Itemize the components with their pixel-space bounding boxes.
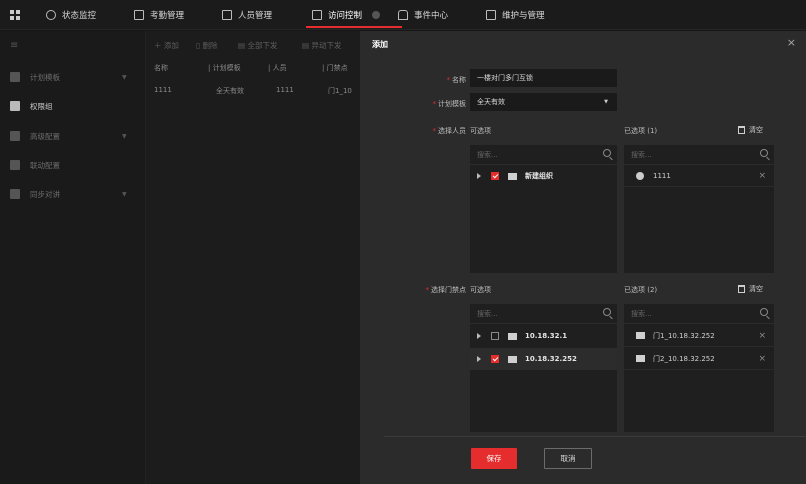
column-header-template[interactable]: | 计划模板 bbox=[208, 63, 241, 73]
door-icon bbox=[636, 355, 645, 362]
intercom-icon bbox=[10, 189, 20, 199]
issue-changes-button[interactable]: ▤ 异动下发 bbox=[302, 40, 341, 51]
tab-maintenance[interactable]: 维护与管理 bbox=[486, 0, 545, 30]
top-nav-bar: 状态监控 考勤管理 人员管理 访问控制 事件中心 维护与管理 bbox=[0, 0, 806, 30]
monitor-icon bbox=[46, 10, 56, 20]
remove-icon[interactable]: × bbox=[758, 354, 766, 364]
chevron-down-icon: ▼ bbox=[604, 99, 608, 105]
config-icon bbox=[10, 131, 20, 141]
tab-close-icon[interactable] bbox=[372, 11, 381, 19]
issue-all-button[interactable]: ▤ 全部下发 bbox=[238, 40, 277, 51]
column-header-person[interactable]: | 人员 bbox=[268, 63, 287, 73]
name-input[interactable]: 一楼对门多门互锁 bbox=[470, 69, 617, 87]
selected-door-search-input[interactable]: 搜索... bbox=[624, 304, 774, 324]
search-icon[interactable] bbox=[603, 308, 611, 316]
person-select-label: * 选择人员 bbox=[432, 127, 467, 135]
trash-icon bbox=[738, 285, 745, 293]
close-icon[interactable]: × bbox=[787, 36, 796, 49]
footer-divider bbox=[384, 436, 806, 437]
cell-name: 1111 bbox=[154, 86, 172, 94]
group-icon bbox=[10, 101, 20, 111]
sidebar-collapse-icon[interactable]: ≡ bbox=[10, 39, 18, 51]
delete-button[interactable]: ▯ 删除 bbox=[196, 40, 218, 51]
door-icon bbox=[312, 10, 322, 20]
linkage-icon bbox=[10, 160, 20, 170]
permission-group-list: ＋ 添加 ▯ 删除 ▤ 全部下发 ▤ 异动下发 名称 | 计划模板 | 人员 |… bbox=[146, 31, 360, 484]
door-selected-label: 已选项 (2) bbox=[624, 286, 658, 294]
maintenance-icon bbox=[486, 10, 496, 20]
folder-icon bbox=[508, 172, 517, 180]
cell-door: 门1_10 bbox=[328, 87, 352, 95]
device-icon bbox=[508, 355, 517, 363]
sidebar-item-schedule-template[interactable]: 计划模板 ▼ bbox=[10, 71, 127, 83]
chevron-down-icon: ▼ bbox=[122, 190, 127, 198]
door-tree-node[interactable]: 10.18.32.1 bbox=[470, 325, 617, 347]
sidebar-item-intercom[interactable]: 同步对讲 ▼ bbox=[10, 188, 127, 200]
add-button[interactable]: ＋ 添加 bbox=[154, 40, 179, 51]
save-button[interactable]: 保存 bbox=[471, 448, 517, 469]
door-tree-node[interactable]: 10.18.32.252 bbox=[470, 348, 617, 370]
tab-personnel[interactable]: 人员管理 bbox=[222, 0, 272, 30]
device-icon bbox=[508, 332, 517, 340]
person-card-icon bbox=[222, 10, 232, 20]
bank-icon bbox=[398, 10, 408, 20]
person-org-checkbox[interactable] bbox=[491, 172, 499, 180]
person-available-label: 可选项 bbox=[470, 127, 491, 135]
tab-status-monitor[interactable]: 状态监控 bbox=[46, 0, 96, 30]
chevron-down-icon: ▼ bbox=[122, 132, 127, 140]
template-label: * 计划模板 bbox=[432, 100, 467, 108]
person-search-input[interactable]: 搜索... bbox=[470, 145, 617, 165]
person-tree-node[interactable]: 新建组织 bbox=[470, 165, 617, 187]
door-select-label: * 选择门禁点 bbox=[425, 286, 467, 294]
trash-icon bbox=[738, 126, 745, 134]
selected-door-item: 门2_10.18.32.252 × bbox=[624, 348, 774, 370]
app-menu-icon[interactable] bbox=[10, 0, 20, 30]
dialog-header: 添加 × bbox=[360, 31, 806, 57]
search-icon[interactable] bbox=[760, 308, 768, 316]
cancel-button[interactable]: 取消 bbox=[544, 448, 592, 469]
door-icon bbox=[636, 332, 645, 339]
selected-person-item: 1111 × bbox=[624, 165, 774, 187]
door-selected-box: 搜索... 门1_10.18.32.252 × 门2_10.18.32.252 … bbox=[624, 304, 774, 432]
selected-person-search-input[interactable]: 搜索... bbox=[624, 145, 774, 165]
selected-door-item: 门1_10.18.32.252 × bbox=[624, 325, 774, 347]
sidebar-item-permission-group[interactable]: 权限组 bbox=[10, 100, 53, 112]
tab-access-control[interactable]: 访问控制 bbox=[306, 0, 403, 30]
user-icon bbox=[636, 171, 644, 180]
name-label: * 名称 bbox=[446, 76, 467, 84]
cell-template: 全天有效 bbox=[216, 87, 244, 95]
remove-icon[interactable]: × bbox=[758, 171, 766, 181]
calendar-icon bbox=[134, 10, 144, 20]
person-selected-box: 搜索... 1111 × bbox=[624, 145, 774, 273]
expand-icon[interactable] bbox=[477, 173, 481, 179]
active-tab-underline bbox=[306, 26, 403, 28]
chevron-down-icon: ▼ bbox=[122, 73, 127, 81]
clear-doors-button[interactable]: 清空 bbox=[738, 284, 763, 294]
column-header-door[interactable]: | 门禁点 bbox=[322, 63, 348, 73]
door-device-checkbox[interactable] bbox=[491, 355, 499, 363]
expand-icon[interactable] bbox=[477, 356, 481, 362]
tab-event-center[interactable]: 事件中心 bbox=[398, 0, 448, 30]
door-available-box: 搜索... 10.18.32.1 10.18.32.252 bbox=[470, 304, 617, 432]
search-icon[interactable] bbox=[760, 149, 768, 157]
expand-icon[interactable] bbox=[477, 333, 481, 339]
person-selected-label: 已选项 (1) bbox=[624, 127, 658, 135]
cell-person: 1111 bbox=[276, 86, 294, 94]
add-permission-group-dialog: 添加 × * 名称 一楼对门多门互锁 * 计划模板 全天有效 ▼ * 选择人员 可选项… bbox=[360, 31, 806, 484]
search-icon[interactable] bbox=[603, 149, 611, 157]
sidebar: ≡ 计划模板 ▼ 权限组 高级配置 ▼ 联动配置 同步对讲 ▼ bbox=[0, 31, 146, 484]
sidebar-item-linkage-config[interactable]: 联动配置 bbox=[10, 159, 60, 171]
door-device-checkbox[interactable] bbox=[491, 332, 499, 340]
door-available-label: 可选项 bbox=[470, 286, 491, 294]
remove-icon[interactable]: × bbox=[758, 331, 766, 341]
clear-persons-button[interactable]: 清空 bbox=[738, 125, 763, 135]
tab-attendance[interactable]: 考勤管理 bbox=[134, 0, 184, 30]
template-icon bbox=[10, 72, 20, 82]
column-header-name[interactable]: 名称 bbox=[154, 63, 168, 73]
door-search-input[interactable]: 搜索... bbox=[470, 304, 617, 324]
template-select[interactable]: 全天有效 ▼ bbox=[470, 93, 617, 111]
sidebar-item-advanced-config[interactable]: 高级配置 ▼ bbox=[10, 130, 127, 142]
dialog-title: 添加 bbox=[372, 40, 388, 49]
person-available-box: 搜索... 新建组织 bbox=[470, 145, 617, 273]
